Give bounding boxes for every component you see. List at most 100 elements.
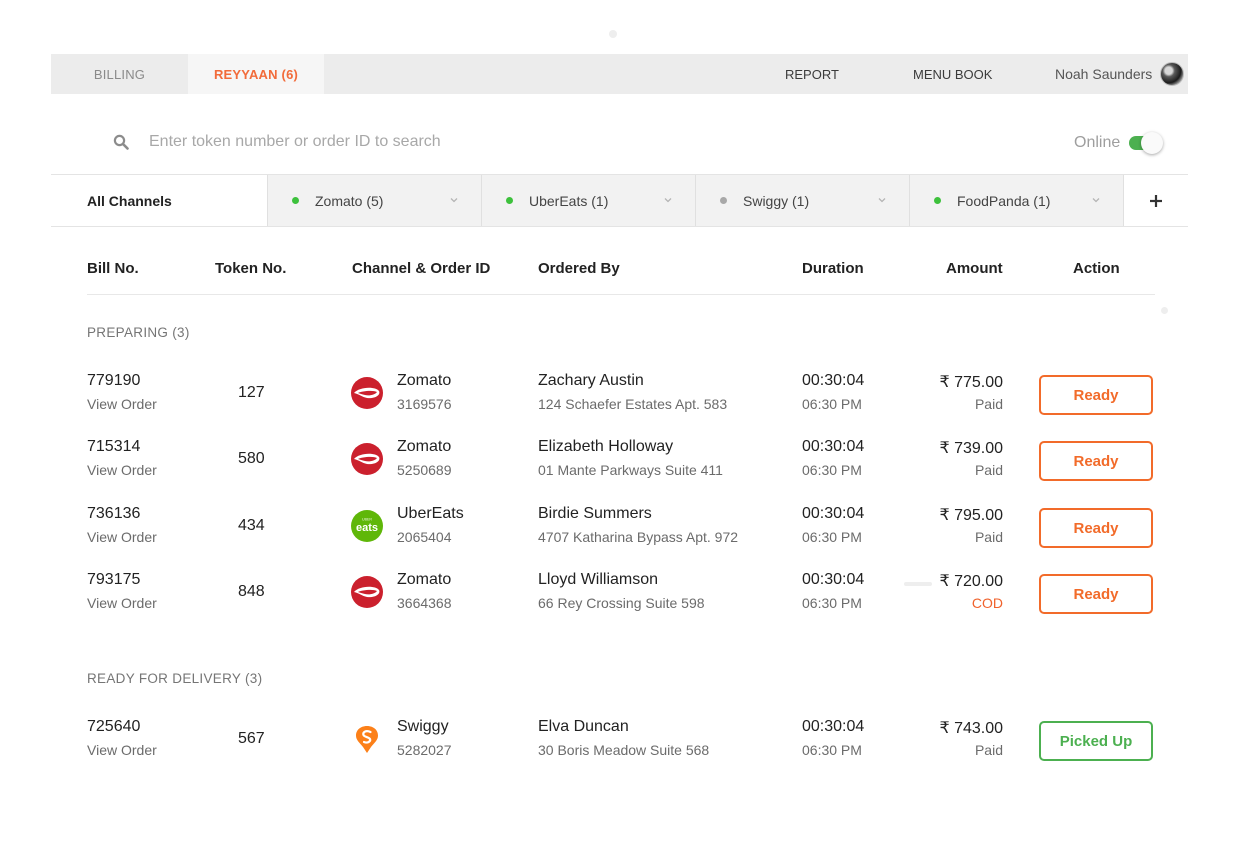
channel-filter-bar: All Channels Zomato (5) UberEats (1) Swi…: [51, 174, 1188, 227]
loading-placeholder: [904, 582, 932, 586]
token-number: 848: [238, 583, 265, 600]
order-duration: 00:30:04: [802, 438, 865, 455]
bill-number: 715314: [87, 438, 141, 455]
token-number: 127: [238, 384, 265, 401]
order-time: 06:30 PM: [802, 742, 862, 758]
bill-number: 725640: [87, 718, 141, 735]
search-bar: Online: [51, 112, 1188, 174]
customer-name: Zachary Austin: [538, 372, 644, 389]
order-id: 5282027: [397, 742, 452, 758]
status-dot: [292, 197, 299, 204]
customer-address: 66 Rey Crossing Suite 598: [538, 595, 705, 611]
online-toggle[interactable]: [1129, 131, 1163, 155]
order-id: 3664368: [397, 595, 452, 611]
order-amount: ₹ 720.00: [939, 573, 1003, 590]
table-row: 715314 View Order 580 Zomato 5250689 Eli…: [87, 438, 1157, 484]
view-order-link[interactable]: View Order: [87, 595, 157, 611]
ready-button[interactable]: Ready: [1039, 375, 1153, 415]
avatar[interactable]: [1160, 62, 1185, 86]
channel-filter-ubereats[interactable]: UberEats (1): [481, 175, 695, 226]
table-row: 736136 View Order 434 UBER eats UberEats …: [87, 505, 1157, 551]
customer-name: Birdie Summers: [538, 505, 652, 522]
channel-label: FoodPanda (1): [957, 192, 1051, 209]
order-time: 06:30 PM: [802, 462, 862, 478]
column-header-amount: Amount: [946, 260, 1003, 277]
status-dot: [934, 197, 941, 204]
scrollbar-indicator[interactable]: [1161, 307, 1168, 314]
zomato-logo-icon: [351, 576, 383, 608]
add-channel-button[interactable]: [1123, 175, 1188, 226]
table-header: Bill No. Token No. Channel & Order ID Or…: [87, 258, 1155, 295]
bill-number: 736136: [87, 505, 141, 522]
table-row: 793175 View Order 848 Zomato 3664368 Llo…: [87, 571, 1157, 617]
chevron-down-icon: [450, 198, 458, 203]
toggle-knob: [1141, 132, 1163, 154]
order-amount: ₹ 743.00: [939, 720, 1003, 737]
svg-text:UBER: UBER: [362, 518, 372, 522]
zomato-logo-icon: [351, 377, 383, 409]
token-number: 567: [238, 730, 265, 747]
status-dot: [720, 197, 727, 204]
status-dot: [506, 197, 513, 204]
search-icon: [113, 134, 129, 150]
table-row: 779190 View Order 127 Zomato 3169576 Zac…: [87, 372, 1157, 418]
channel-label: UberEats (1): [529, 192, 609, 209]
customer-name: Elva Duncan: [538, 718, 629, 735]
decorative-dot: [609, 30, 617, 38]
bill-number: 779190: [87, 372, 141, 389]
column-header-action: Action: [1073, 260, 1120, 277]
payment-status: Paid: [974, 462, 1003, 478]
view-order-link[interactable]: View Order: [87, 529, 157, 545]
token-number: 434: [238, 517, 265, 534]
order-amount: ₹ 739.00: [939, 440, 1003, 457]
ready-button[interactable]: Ready: [1039, 508, 1153, 548]
customer-address: 01 Mante Parkways Suite 411: [538, 462, 723, 478]
view-order-link[interactable]: View Order: [87, 462, 157, 478]
chevron-down-icon: [878, 198, 886, 203]
payment-status: Paid: [974, 529, 1003, 545]
column-header-duration: Duration: [802, 260, 864, 277]
payment-status: COD: [971, 595, 1003, 611]
order-duration: 00:30:04: [802, 718, 865, 735]
ready-button[interactable]: Ready: [1039, 574, 1153, 614]
channel-filter-swiggy[interactable]: Swiggy (1): [695, 175, 909, 226]
channel-name: Zomato: [397, 372, 452, 389]
search-input[interactable]: [149, 130, 749, 154]
channel-label: Swiggy (1): [743, 192, 810, 209]
order-time: 06:30 PM: [802, 595, 862, 611]
bill-number: 793175: [87, 571, 141, 588]
order-time: 06:30 PM: [802, 396, 862, 412]
nav-link-report[interactable]: REPORT: [785, 67, 839, 82]
customer-name: Elizabeth Holloway: [538, 438, 674, 455]
view-order-link[interactable]: View Order: [87, 742, 157, 758]
user-menu[interactable]: Noah Saunders: [1055, 62, 1185, 86]
section-title-ready-for-delivery: READY FOR DELIVERY (3): [87, 671, 263, 686]
order-duration: 00:30:04: [802, 372, 865, 389]
picked-up-button[interactable]: Picked Up: [1039, 721, 1153, 761]
order-amount: ₹ 775.00: [939, 374, 1003, 391]
token-number: 580: [238, 450, 265, 467]
channel-filter-zomato[interactable]: Zomato (5): [267, 175, 481, 226]
column-header-channel-order-id: Channel & Order ID: [352, 260, 491, 277]
channel-name: Swiggy: [397, 718, 449, 735]
customer-address: 4707 Katharina Bypass Apt. 972: [538, 529, 739, 545]
payment-status: Paid: [974, 396, 1003, 412]
nav-link-menu-book[interactable]: MENU BOOK: [913, 67, 992, 82]
user-name: Noah Saunders: [1055, 66, 1153, 82]
channel-filter-foodpanda[interactable]: FoodPanda (1): [909, 175, 1123, 226]
zomato-logo-icon: [351, 443, 383, 475]
top-navigation: BILLING REYYAAN (6) REPORT MENU BOOK Noa…: [51, 54, 1188, 94]
ready-button[interactable]: Ready: [1039, 441, 1153, 481]
tab-billing[interactable]: BILLING: [51, 54, 188, 94]
channel-filter-all[interactable]: All Channels: [51, 175, 267, 226]
view-order-link[interactable]: View Order: [87, 396, 157, 412]
swiggy-logo-icon: [351, 723, 383, 755]
payment-status: Paid: [974, 742, 1003, 758]
chevron-down-icon: [1092, 198, 1100, 203]
ubereats-logo-icon: UBER eats: [351, 510, 383, 542]
tab-reyyaan[interactable]: REYYAAN (6): [188, 54, 324, 94]
section-title-preparing: PREPARING (3): [87, 325, 190, 340]
order-time: 06:30 PM: [802, 529, 862, 545]
online-status-label: Online: [1074, 134, 1121, 151]
plus-icon: [1150, 194, 1162, 207]
